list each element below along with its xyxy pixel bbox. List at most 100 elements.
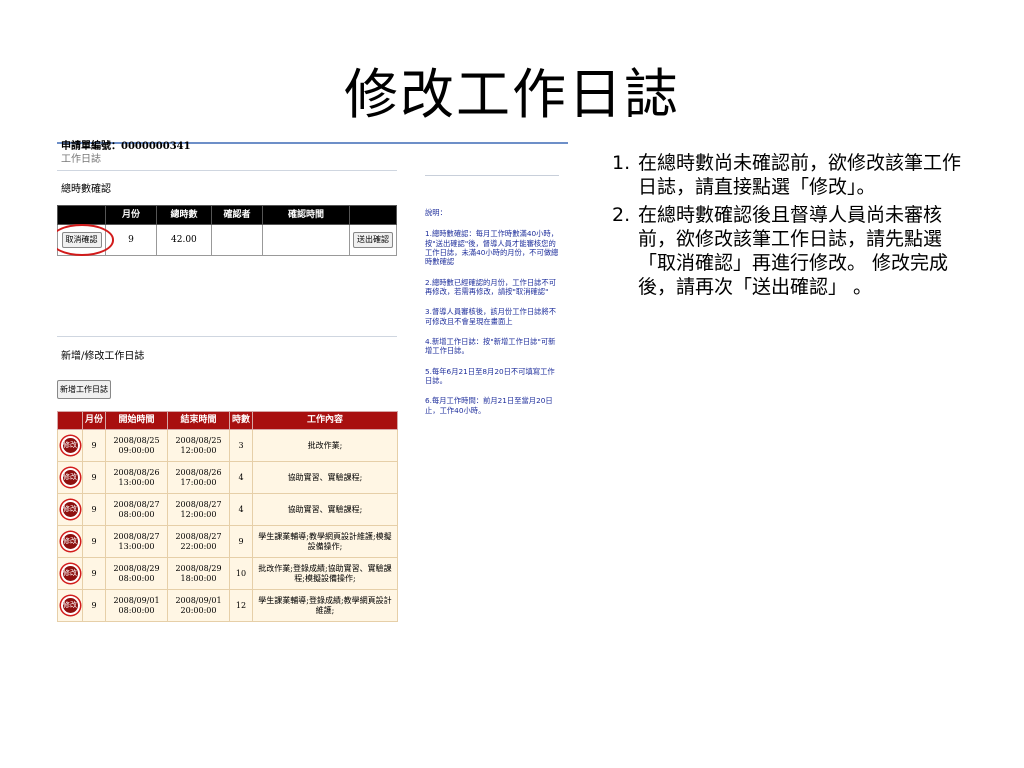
column-header: 開始時間 xyxy=(105,411,168,430)
submit-cell: 送出確認 xyxy=(349,224,397,256)
edit-button[interactable]: 修改 xyxy=(62,502,78,517)
edit-cell: 修改 xyxy=(57,525,83,558)
start-time-cell: 2008/08/27 13:00:00 xyxy=(105,525,168,558)
column-header: 確認者 xyxy=(211,205,263,225)
start-date: 2008/09/01 xyxy=(113,595,160,605)
note-item: 2.總時數已經確認的月份，工作日誌不可再修改，若需再修改，請按"取消確認" xyxy=(425,277,557,296)
start-time-cell: 2008/08/26 13:00:00 xyxy=(105,461,168,494)
notes-heading: 說明： xyxy=(425,208,447,217)
end-clock: 18:00:00 xyxy=(180,573,217,583)
cancel-cell: 取消確認 xyxy=(57,224,114,256)
end-time-cell: 2008/08/27 22:00:00 xyxy=(167,525,230,558)
edit-button[interactable]: 修改 xyxy=(62,470,78,485)
end-date: 2008/08/26 xyxy=(175,467,222,477)
submit-confirm-button[interactable]: 送出確認 xyxy=(353,232,393,248)
start-clock: 08:00:00 xyxy=(118,605,155,615)
add-log-button[interactable]: 新增工作日誌 xyxy=(57,380,111,400)
end-time-cell: 2008/08/26 17:00:00 xyxy=(167,461,230,494)
column-header: 月份 xyxy=(105,205,157,225)
instruction-text: 在總時數尚未確認前，欲修改該筆工作日誌，請直接點選「修改」。 xyxy=(638,152,962,198)
work-log-table: 月份 開始時間 結束時間 時數 工作內容 修改 9 2008/08/25 09:00:… xyxy=(57,411,398,622)
instruction-item: 1. 在總時數尚未確認前，欲修改該筆工作日誌，請直接點選「修改」。 xyxy=(612,151,964,199)
divider xyxy=(57,170,397,171)
start-clock: 13:00:00 xyxy=(118,477,155,487)
total-hours-cell: 42.00 xyxy=(156,224,212,256)
log-section-title: 新增/修改工作日誌 xyxy=(61,351,145,362)
end-clock: 12:00:00 xyxy=(180,509,217,519)
hours-cell: 12 xyxy=(229,589,253,622)
start-time-cell: 2008/08/25 09:00:00 xyxy=(105,429,168,462)
instruction-list: 1. 在總時數尚未確認前，欲修改該筆工作日誌，請直接點選「修改」。 2. 在總時… xyxy=(612,151,964,303)
column-header: 時數 xyxy=(229,411,253,430)
end-date: 2008/09/01 xyxy=(175,595,222,605)
hours-cell: 3 xyxy=(229,429,253,462)
column-header: 工作內容 xyxy=(252,411,398,430)
end-clock: 22:00:00 xyxy=(180,541,217,551)
screenshot-panel: 申請單編號：0000000341 工作日誌 總時數確認 月份 總時數 確認者 確… xyxy=(57,138,568,635)
application-number: 申請單編號：0000000341 xyxy=(61,141,191,152)
confirmer-cell xyxy=(211,224,263,256)
table-row: 修改 9 2008/09/01 08:00:00 2008/09/01 20:00:00 1… xyxy=(57,589,398,622)
end-time-cell: 2008/08/27 12:00:00 xyxy=(167,493,230,526)
end-date: 2008/08/27 xyxy=(175,531,222,541)
hours-cell: 4 xyxy=(229,493,253,526)
instruction-number: 2. xyxy=(612,204,631,226)
cancel-confirm-button[interactable]: 取消確認 xyxy=(61,232,102,248)
slide-title: 修改工作日誌 xyxy=(344,63,680,126)
start-date: 2008/08/29 xyxy=(113,563,160,573)
end-clock: 17:00:00 xyxy=(180,477,217,487)
hours-cell: 9 xyxy=(229,525,253,558)
table-row: 修改 9 2008/08/26 13:00:00 2008/08/26 17:00:00 4… xyxy=(57,461,398,494)
month-cell: 9 xyxy=(82,461,106,494)
start-clock: 13:00:00 xyxy=(118,541,155,551)
table-row: 修改 9 2008/08/27 13:00:00 2008/08/27 22:00:00 9… xyxy=(57,525,398,558)
content-cell: 學生課業輔導;教學網頁設計維護;模擬設備操作; xyxy=(252,525,398,558)
hours-cell: 10 xyxy=(229,557,253,590)
column-header xyxy=(57,411,83,430)
note-item: 1.總時數確認：每月工作時數滿40小時，按"送出確認"後，督導人員才能審核您的工… xyxy=(425,229,559,267)
table-header-row: 月份 總時數 確認者 確認時間 xyxy=(57,205,397,225)
start-date: 2008/08/25 xyxy=(113,435,160,445)
month-cell: 9 xyxy=(82,557,106,590)
start-clock: 09:00:00 xyxy=(118,445,155,455)
instruction-text: 在總時數確認後且督導人員尚未審核前，欲修改該筆工作日誌，請先點選「取消確認」再進… xyxy=(638,204,949,298)
column-header xyxy=(349,205,397,225)
end-date: 2008/08/27 xyxy=(175,499,222,509)
breadcrumb: 工作日誌 xyxy=(61,154,101,165)
instruction-number: 1. xyxy=(612,152,631,174)
month-cell: 9 xyxy=(82,589,106,622)
column-header xyxy=(57,205,106,225)
edit-button[interactable]: 修改 xyxy=(62,438,78,453)
note-item: 3.督導人員審核後，該月份工作日誌將不可修改且不會呈現在畫面上 xyxy=(425,307,557,326)
end-date: 2008/08/25 xyxy=(175,435,222,445)
table-row: 修改 9 2008/08/29 08:00:00 2008/08/29 18:00:00 1… xyxy=(57,557,398,590)
column-header: 結束時間 xyxy=(167,411,230,430)
start-date: 2008/08/27 xyxy=(113,531,160,541)
edit-button[interactable]: 修改 xyxy=(62,598,78,613)
cancel-confirm-highlight: 取消確認 xyxy=(57,224,114,256)
end-date: 2008/08/29 xyxy=(175,563,222,573)
note-item: 5.每年6月21日至8月20日不可填寫工作日誌。 xyxy=(425,366,555,385)
instruction-item: 2. 在總時數確認後且督導人員尚未審核前，欲修改該筆工作日誌，請先點選「取消確認… xyxy=(612,203,964,299)
month-cell: 9 xyxy=(82,429,106,462)
edit-button[interactable]: 修改 xyxy=(62,534,78,549)
edit-button[interactable]: 修改 xyxy=(62,566,78,581)
column-header: 月份 xyxy=(82,411,106,430)
content-cell: 學生課業輔導;登錄成績;教學網頁設計維護; xyxy=(252,589,398,622)
note-item: 4.新增工作日誌：按"新增工作日誌"可新增工作日誌。 xyxy=(425,336,556,356)
notes-divider xyxy=(425,175,559,176)
table-header-row: 月份 開始時間 結束時間 時數 工作內容 xyxy=(57,411,398,430)
start-clock: 08:00:00 xyxy=(118,573,155,583)
hours-confirm-title: 總時數確認 xyxy=(61,184,111,195)
end-time-cell: 2008/08/25 12:00:00 xyxy=(167,429,230,462)
end-clock: 12:00:00 xyxy=(180,445,217,455)
start-time-cell: 2008/09/01 08:00:00 xyxy=(105,589,168,622)
work-log-rows: 修改 9 2008/08/25 09:00:00 2008/08/25 12:00:00 3… xyxy=(57,429,398,622)
column-header: 確認時間 xyxy=(262,205,350,225)
notes-panel: 說明： 1.總時數確認：每月工作時數滿40小時，按"送出確認"後，督導人員才能審… xyxy=(425,208,559,426)
divider xyxy=(57,336,397,337)
end-clock: 20:00:00 xyxy=(180,605,217,615)
content-cell: 批改作業; xyxy=(252,429,398,462)
confirm-time-cell xyxy=(262,224,350,256)
content-cell: 協助實習、實驗課程; xyxy=(252,493,398,526)
